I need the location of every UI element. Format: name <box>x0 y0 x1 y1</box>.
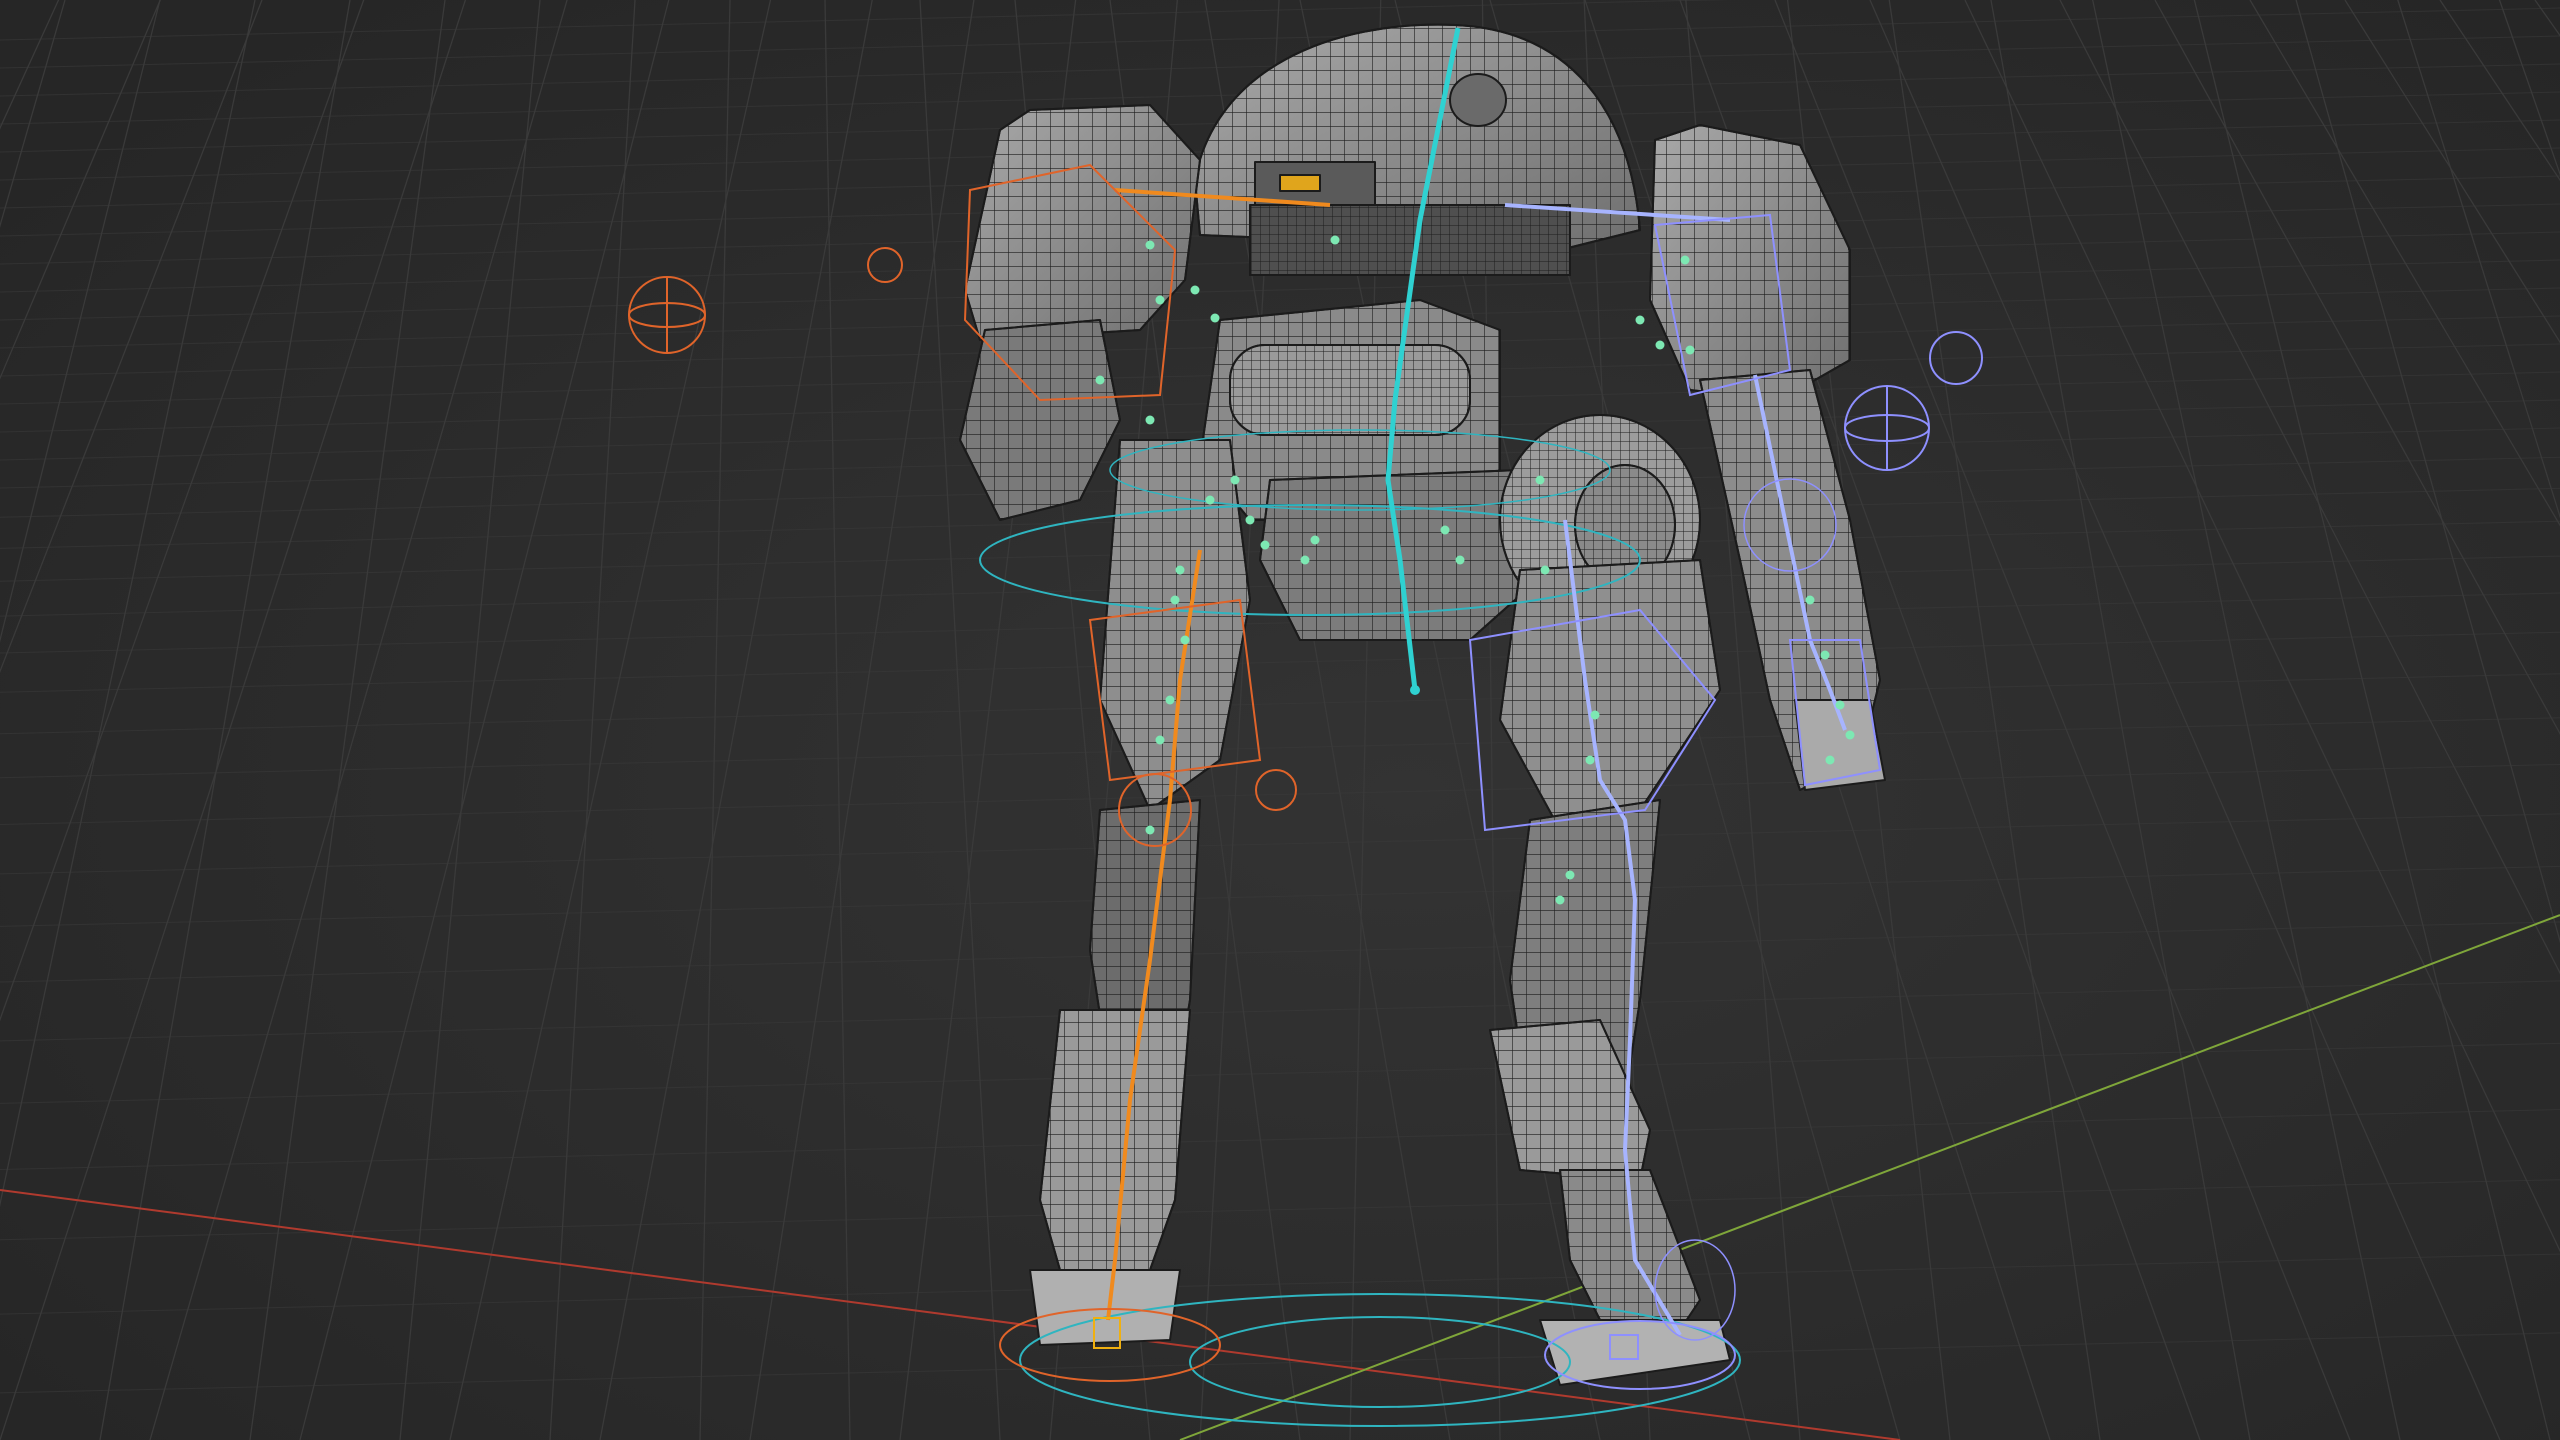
joint-dot <box>1300 555 1310 565</box>
joint-dot <box>1565 870 1575 880</box>
joint-dot <box>1180 635 1190 645</box>
joint-dot <box>1820 650 1830 660</box>
joint-dot <box>1170 595 1180 605</box>
joint-dot <box>1535 475 1545 485</box>
head-vent <box>1449 73 1507 127</box>
joint-dot <box>1440 525 1450 535</box>
joint-dot <box>1835 700 1845 710</box>
joint-dot <box>1175 565 1185 575</box>
joint-dot <box>1155 735 1165 745</box>
joint-dot <box>1210 313 1220 323</box>
joint-dot <box>1330 235 1340 245</box>
joint-dot <box>1685 345 1695 355</box>
joint-dot <box>1585 755 1595 765</box>
joint-dot <box>1635 315 1645 325</box>
joint-dot <box>1590 710 1600 720</box>
joint-dot <box>1455 555 1465 565</box>
joint-dot <box>1845 730 1855 740</box>
joint-dot <box>1190 285 1200 295</box>
joint-dot <box>1145 415 1155 425</box>
joint-dot <box>1555 895 1565 905</box>
joint-dot <box>1205 495 1215 505</box>
joint-dot <box>1260 540 1270 550</box>
joint-dot <box>1165 695 1175 705</box>
joint-dot <box>1145 240 1155 250</box>
joint-dot <box>1145 825 1155 835</box>
joint-dot <box>1245 515 1255 525</box>
3d-viewport[interactable] <box>0 0 2560 1440</box>
joint-dot <box>1155 295 1165 305</box>
joint-dot <box>1310 535 1320 545</box>
joint-dot <box>1655 340 1665 350</box>
joint-dot <box>1095 375 1105 385</box>
joint-dot <box>1230 475 1240 485</box>
joint-dot <box>1805 595 1815 605</box>
viewport-canvas[interactable] <box>0 0 2560 1440</box>
joint-dot <box>1825 755 1835 765</box>
joint-dot <box>1680 255 1690 265</box>
joint-dot <box>1540 565 1550 575</box>
